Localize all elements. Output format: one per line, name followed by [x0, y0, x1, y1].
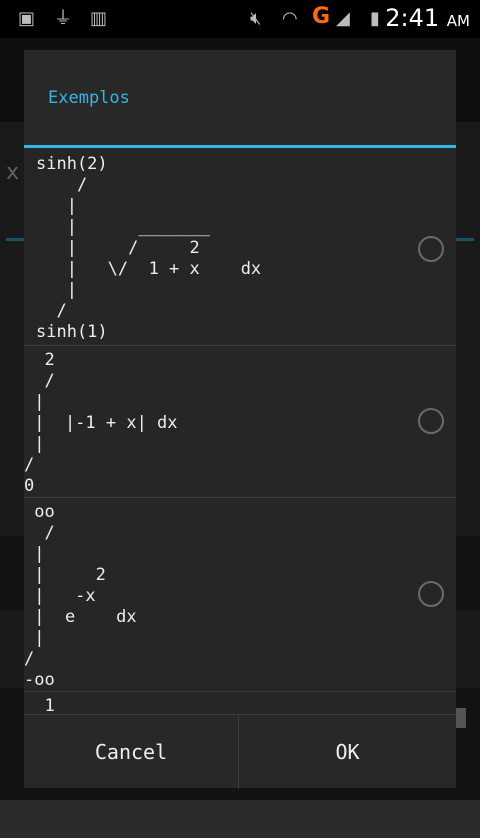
clock: 2:41 AM [385, 4, 470, 32]
list-item[interactable]: 1 [24, 692, 456, 714]
signal-icon: ◢ [336, 8, 350, 29]
list-item[interactable]: sinh(2) / | | _______ | / 2 | \/ 1 + x d… [24, 150, 456, 346]
status-bar: ▣ ⏚ ▥ 🔇︎ ◠ G ◢ ▮ 2:41 AM [0, 0, 480, 38]
examples-dialog: Exemplos sinh(2) / | | _______ | / 2 | \… [24, 50, 456, 789]
radio-button[interactable] [418, 236, 444, 262]
dialog-button-bar: Cancel OK [24, 714, 456, 789]
example-formula: 1 [24, 696, 55, 714]
examples-list[interactable]: sinh(2) / | | _______ | / 2 | \/ 1 + x d… [24, 150, 456, 714]
image-icon: ▣ [18, 8, 36, 29]
mute-icon: 🔇︎ [250, 8, 262, 29]
barcode-icon: ▥ [90, 8, 108, 29]
wifi-icon: ◠ [282, 8, 298, 29]
ok-button[interactable]: OK [239, 715, 456, 789]
radio-button[interactable] [418, 408, 444, 434]
cancel-button[interactable]: Cancel [24, 715, 239, 789]
network-type-label: G [312, 4, 331, 29]
example-formula: sinh(2) / | | _______ | / 2 | \/ 1 + x d… [36, 154, 262, 342]
example-formula: oo / | | 2 | -x | e dx | / -oo [24, 502, 137, 690]
dialog-title: Exemplos [48, 88, 130, 108]
usb-icon: ⏚ [54, 8, 72, 29]
list-item[interactable]: oo / | | 2 | -x | e dx | / -oo [24, 498, 456, 692]
list-item[interactable]: 2 / | | |-1 + x| dx | / 0 [24, 346, 456, 498]
example-formula: 2 / | | |-1 + x| dx | / 0 [24, 350, 178, 496]
radio-button[interactable] [418, 581, 444, 607]
title-divider [24, 145, 456, 148]
battery-icon: ▮ [370, 8, 380, 29]
